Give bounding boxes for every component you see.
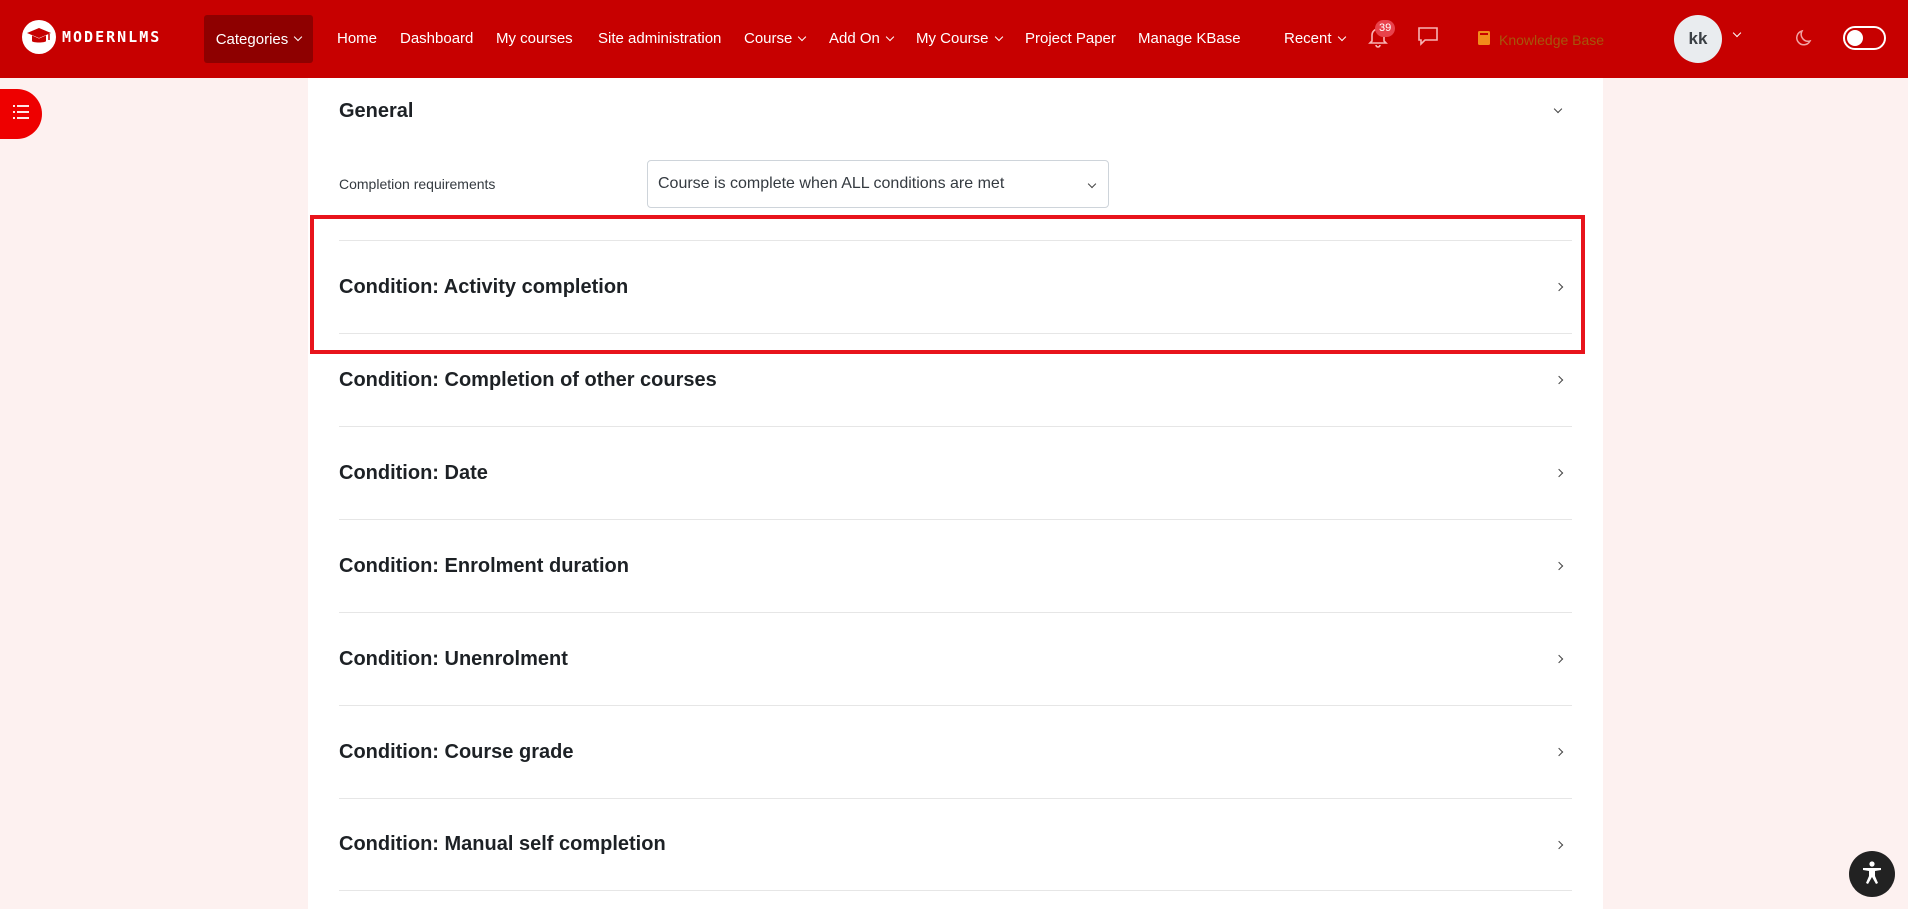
avatar[interactable]: kk [1674,15,1722,63]
moon-icon[interactable] [1795,28,1815,53]
chevron-right-icon [1554,840,1564,849]
condition-title: Condition: Unenrolment [339,647,568,670]
chevron-down-icon[interactable] [1732,28,1742,38]
chevron-down-icon [1087,179,1097,189]
categories-menu[interactable]: Categories [204,15,313,63]
knowledge-base-label: Knowledge Base [1499,31,1605,48]
nav-course[interactable]: Course [744,30,807,47]
chevron-right-icon [1554,747,1564,757]
chevron-right-icon [1554,654,1564,664]
general-section-heading[interactable]: General [339,100,413,123]
nav-course-label: Course [744,30,793,47]
accessibility-icon [1859,859,1885,890]
chevron-down-icon [885,32,895,41]
condition-title: Condition: Manual self completion [339,833,666,855]
chevron-down-icon [994,32,1003,41]
nav-my-course[interactable]: My Course [916,30,1003,47]
accessibility-button[interactable] [1849,851,1895,897]
notification-count-badge: 39 [1375,20,1396,37]
brand-logo[interactable]: MODERNLMS [22,20,161,54]
nav-home[interactable]: Home [337,30,377,47]
nav-my-course-label: My Course [916,30,989,47]
completion-requirements-label: Completion requirements [339,176,496,192]
condition-date[interactable]: Condition: Date [339,426,1572,519]
completion-requirements-select[interactable]: Course is complete when ALL conditions a… [647,160,1109,208]
logo-text: MODERNLMS [62,28,162,46]
nav-add-on[interactable]: Add On [829,30,895,47]
chat-icon[interactable] [1417,26,1439,51]
toggle-knob [1847,30,1863,46]
condition-completion-other-courses[interactable]: Condition: Completion of other courses [339,333,1572,426]
condition-title: Condition: Date [339,461,488,484]
nav-my-courses[interactable]: My courses [496,30,573,47]
chevron-down-icon [294,32,303,42]
nav-dashboard[interactable]: Dashboard [400,30,473,47]
condition-title: Condition: Completion of other courses [339,368,717,391]
theme-toggle[interactable] [1843,26,1886,50]
nav-project-paper[interactable]: Project Paper [1025,30,1116,47]
completion-requirements-value: Course is complete when ALL conditions a… [658,175,1005,192]
book-icon [1477,30,1491,49]
nav-add-on-label: Add On [829,30,880,47]
menu-icon [12,104,30,125]
condition-activity-completion[interactable]: Condition: Activity completion [339,240,1572,333]
nav-recent-label: Recent [1284,30,1332,47]
nav-recent[interactable]: Recent [1284,30,1346,47]
drawer-toggle-button[interactable] [0,89,42,139]
condition-title: Condition: Course grade [339,740,574,763]
chevron-right-icon [1554,282,1564,292]
condition-manual-self-completion[interactable]: Condition: Manual self completion [339,798,1572,891]
condition-unenrolment[interactable]: Condition: Unenrolment [339,612,1572,705]
nav-manage-kbase[interactable]: Manage KBase [1138,30,1241,47]
chevron-down-icon [798,32,807,41]
categories-label: Categories [215,30,289,48]
condition-title: Condition: Activity completion [339,275,629,298]
nav-site-administration[interactable]: Site administration [598,30,721,47]
logo-icon [22,20,56,54]
knowledge-base-link[interactable]: Knowledge Base [1477,30,1604,49]
top-navbar: MODERNLMS Categories Home Dashboard My c… [0,0,1908,78]
chevron-down-icon [1337,32,1346,41]
chevron-right-icon [1554,561,1564,571]
chevron-right-icon [1554,375,1564,385]
condition-enrolment-duration[interactable]: Condition: Enrolment duration [339,519,1572,612]
condition-course-grade[interactable]: Condition: Course grade [339,705,1572,798]
chevron-right-icon [1554,468,1564,478]
condition-title: Condition: Enrolment duration [339,554,629,577]
